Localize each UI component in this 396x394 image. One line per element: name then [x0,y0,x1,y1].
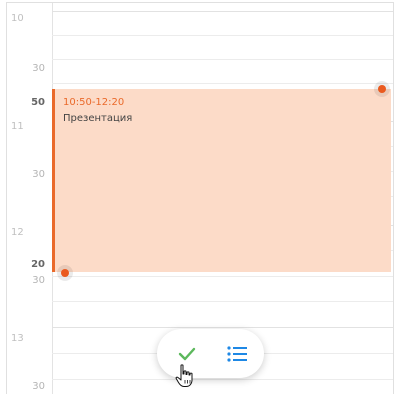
list-icon [227,346,247,362]
event-title: Презентация [63,113,133,124]
event-block[interactable]: 10:50-12:20 Презентация [52,89,391,272]
minute-label-13-30: 30 [32,381,45,392]
gridline-10-15 [52,35,393,36]
event-resize-handle-bottom[interactable] [57,265,73,281]
minute-label-11-30: 30 [32,169,45,180]
gridline-10-00 [52,11,393,12]
event-resize-handle-top[interactable] [374,81,390,97]
hour-label-13: 13 [11,333,24,344]
hour-label-12: 12 [11,227,24,238]
selection-end-minute-label: 20 [31,259,45,270]
minute-label-10-30: 30 [32,63,45,74]
event-list-button[interactable] [223,341,251,367]
hand-pointer-icon [175,364,195,392]
gridline-13-00 [52,327,393,328]
gridline-12-45 [52,301,393,302]
gridline-10-45 [52,83,393,84]
minute-label-12-30: 30 [32,275,45,286]
gridline-12-30 [52,276,393,277]
hour-label-10: 10 [11,13,24,24]
selection-start-minute-label: 50 [31,97,45,108]
event-time-range: 10:50-12:20 [63,97,125,108]
event-action-bar [157,329,264,378]
gridline-10-30 [52,59,393,60]
calendar-day-grid: 10 30 50 11 30 12 20 30 13 30 10:50-12:2… [6,2,394,394]
hour-label-11: 11 [11,121,24,132]
gridline-13-30 [52,379,393,380]
